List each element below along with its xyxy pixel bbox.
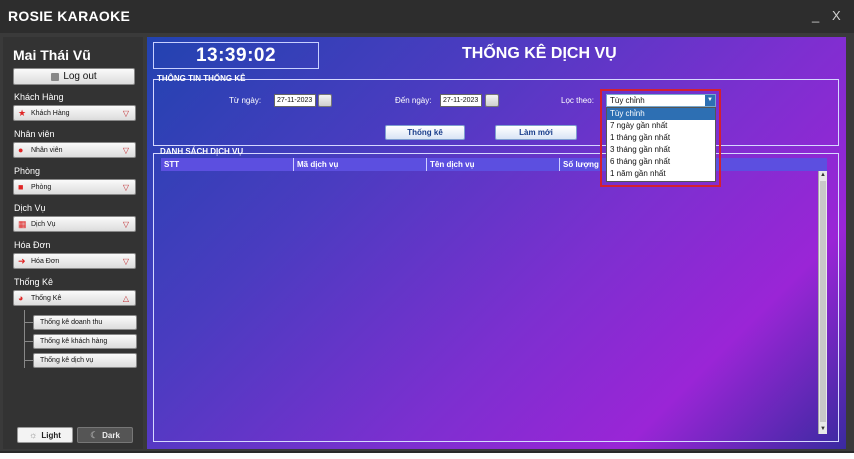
info-group-title: THÔNG TIN THỐNG KÊ [157,74,246,83]
sidebar: Mai Thái Vũ Log out Khách Hàng ★ Khách H… [3,37,143,449]
pie-chart-icon: ◕ [18,292,24,303]
sub-item-revenue-stats[interactable]: Thống kê doanh thu [33,315,137,330]
title-bar: ROSIE KARAOKE _ X [0,0,854,33]
logout-label: Log out [63,71,97,82]
services-select-label: Dịch Vụ [31,220,56,228]
dark-theme-label: Dark [102,430,120,440]
logout-icon [51,72,60,81]
user-name: Mai Thái Vũ [13,47,91,63]
room-icon: ■ [18,181,24,192]
chevron-down-icon: ▽ [122,183,130,192]
dark-theme-button[interactable]: ☾ Dark [77,427,133,443]
to-date-input[interactable]: 27-11-2023 [440,94,482,107]
logout-button[interactable]: Log out [13,68,135,85]
page-title: THỐNG KÊ DỊCH VỤ [462,45,617,62]
statistics-select-label: Thống Kê [31,294,62,302]
section-heading-customers: Khách Hàng [14,92,64,102]
staff-select[interactable]: ● Nhân viên ▽ [13,142,136,158]
scroll-down-icon[interactable]: ▼ [819,425,827,434]
tree-connector [24,341,33,342]
from-date-input[interactable]: 27-11-2023 [274,94,316,107]
main-panel: 13:39:02 THỐNG KÊ DỊCH VỤ THÔNG TIN THỐN… [147,37,846,449]
rooms-select-label: Phòng [31,183,52,191]
services-table: STT Mã dịch vụ Tên dịch vụ Số lượng h số… [161,158,827,434]
section-heading-staff: Nhân viên [14,129,55,139]
section-heading-statistics: Thống Kê [14,277,54,287]
invoices-select[interactable]: ➜ Hóa Đơn ▽ [13,253,136,269]
rooms-select[interactable]: ■ Phòng ▽ [13,179,136,195]
list-group-title: DANH SÁCH DỊCH VỤ [160,147,244,156]
sub-item-service-stats[interactable]: Thống kê dịch vụ [33,353,137,368]
app-title: ROSIE KARAOKE [8,8,131,24]
service-icon: ▦ [18,218,27,229]
filter-label: Lọc theo: [561,96,594,105]
column-header-stt[interactable]: STT [161,158,294,171]
section-heading-services: Dịch Vụ [14,203,46,213]
close-button[interactable]: X [832,8,841,23]
from-calendar-button[interactable] [318,94,332,107]
to-calendar-button[interactable] [485,94,499,107]
highlight-box [600,89,721,187]
section-heading-invoices: Hóa Đơn [14,240,51,250]
column-header-service-code[interactable]: Mã dịch vụ [294,158,427,171]
light-theme-button[interactable]: ☼ Light [17,427,73,443]
refresh-button[interactable]: Làm mới [495,125,577,140]
column-header-service-name[interactable]: Tên dịch vụ [427,158,560,171]
minimize-button[interactable]: _ [812,8,819,23]
scroll-thumb[interactable] [820,181,826,422]
light-theme-label: Light [41,430,61,440]
invoice-icon: ➜ [18,255,26,266]
customers-select-label: Khách Hàng [31,109,70,117]
chevron-up-icon: △ [122,294,130,303]
invoices-select-label: Hóa Đơn [31,257,60,265]
app-window: ROSIE KARAOKE _ X Mai Thái Vũ Log out Kh… [0,0,854,459]
section-heading-rooms: Phòng [14,166,41,176]
star-icon: ★ [18,107,27,118]
clock: 13:39:02 [153,42,319,69]
vertical-scrollbar[interactable]: ▲ ▼ [818,171,827,434]
table-header: STT Mã dịch vụ Tên dịch vụ Số lượng h số [161,158,827,171]
moon-icon: ☾ [90,429,99,440]
tree-connector [24,322,33,323]
chevron-down-icon: ▽ [122,220,130,229]
staff-select-label: Nhân viên [31,146,63,154]
sun-icon: ☼ [29,430,38,440]
person-icon: ● [18,144,24,155]
statistics-select[interactable]: ◕ Thống Kê △ [13,290,136,306]
chevron-down-icon: ▽ [122,257,130,266]
tree-connector [24,360,33,361]
services-select[interactable]: ▦ Dịch Vụ ▽ [13,216,136,232]
to-date-label: Đến ngày: [395,96,432,105]
statistics-button[interactable]: Thống kê [385,125,465,140]
from-date-label: Từ ngày: [229,96,262,105]
scroll-up-icon[interactable]: ▲ [819,171,827,180]
chevron-down-icon: ▽ [122,146,130,155]
chevron-down-icon: ▽ [122,109,130,118]
customers-select[interactable]: ★ Khách Hàng ▽ [13,105,136,121]
sub-item-customer-stats[interactable]: Thống kê khách hàng [33,334,137,349]
